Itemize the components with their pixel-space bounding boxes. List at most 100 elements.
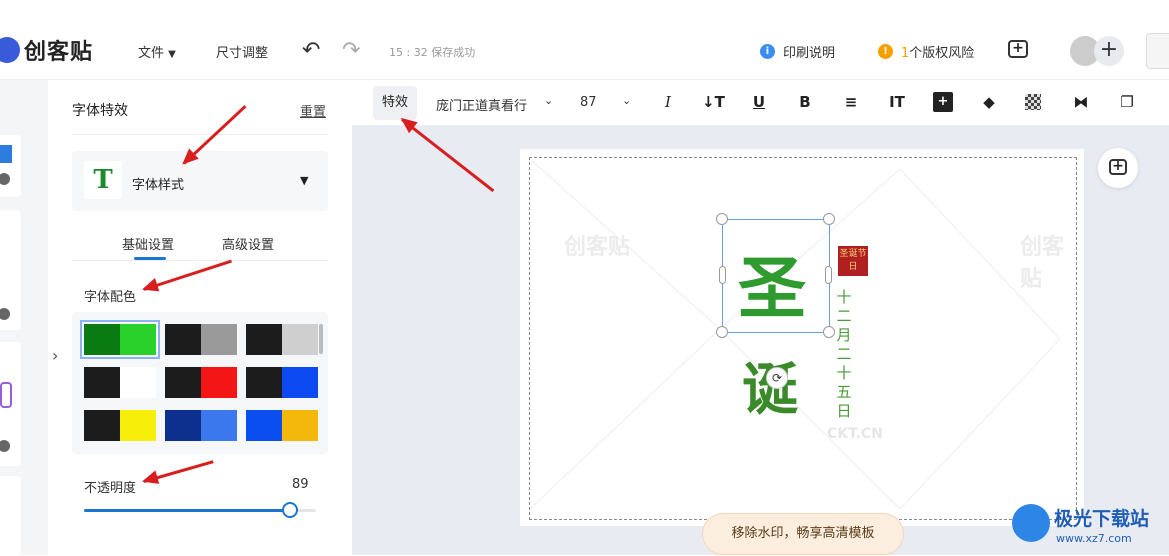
transparency-icon[interactable] bbox=[1025, 94, 1041, 110]
letter-spacing-icon[interactable]: ↓T bbox=[702, 92, 725, 112]
caret-down-icon: ▼ bbox=[300, 174, 309, 187]
color-swatch[interactable] bbox=[165, 410, 237, 441]
design-page[interactable]: 创客贴 创客贴 圣 诞 ⟳ 圣诞节日 十二月二十五日 CKT.CN bbox=[520, 149, 1084, 526]
add-icon[interactable]: + bbox=[933, 92, 953, 112]
resize-handle[interactable] bbox=[825, 266, 832, 284]
copyright-risk-button[interactable]: ! 1个版权风险 bbox=[878, 42, 974, 61]
panel-title: 字体特效 bbox=[72, 103, 128, 119]
warning-icon: ! bbox=[878, 44, 893, 59]
color-swatch[interactable] bbox=[246, 367, 318, 398]
add-collaborator-button[interactable]: + bbox=[1094, 36, 1124, 66]
opacity-slider-handle[interactable] bbox=[282, 502, 299, 518]
swatch-color bbox=[246, 324, 282, 355]
app-logo[interactable]: 创客贴 bbox=[0, 34, 93, 66]
font-style-label: 字体样式 bbox=[132, 178, 185, 193]
text-style-icon: T bbox=[84, 161, 122, 199]
divider bbox=[72, 134, 328, 135]
swatch-color bbox=[84, 324, 120, 355]
line-height-icon[interactable]: IT bbox=[887, 92, 907, 112]
date-char: 月 bbox=[836, 326, 852, 344]
rail-badge-icon bbox=[0, 308, 10, 320]
color-swatch[interactable] bbox=[165, 324, 237, 355]
site-watermark-logo: 极光下载站 www.xz7.com bbox=[1012, 500, 1162, 550]
flip-icon[interactable]: ⧓ bbox=[1071, 92, 1091, 112]
color-swatch[interactable] bbox=[84, 410, 156, 441]
resize-handle[interactable] bbox=[719, 266, 726, 284]
canvas-area: 创客贴 创客贴 圣 诞 ⟳ 圣诞节日 十二月二十五日 CKT.CN + 移除水印… bbox=[352, 126, 1169, 555]
info-icon: i bbox=[760, 44, 775, 59]
swatch-color bbox=[84, 410, 120, 441]
color-swatch[interactable] bbox=[80, 320, 160, 359]
font-size-select[interactable]: 87 bbox=[580, 95, 597, 110]
swatch-color bbox=[246, 410, 282, 441]
logo-mark-icon bbox=[0, 37, 20, 63]
resize-handle[interactable] bbox=[823, 213, 835, 225]
watermark-text: 创客贴 bbox=[1020, 235, 1065, 292]
share-button[interactable] bbox=[1146, 33, 1169, 69]
rail-thumb bbox=[0, 382, 12, 408]
layers-icon[interactable]: ◆ bbox=[979, 92, 999, 112]
add-comment-button[interactable]: + bbox=[1098, 148, 1138, 188]
color-swatch-grid bbox=[72, 312, 328, 454]
font-style-select[interactable]: T 字体样式 ▼ bbox=[72, 151, 328, 211]
scrollbar[interactable] bbox=[319, 324, 323, 354]
rail-card[interactable] bbox=[0, 135, 21, 197]
seal-stamp[interactable]: 圣诞节日 bbox=[838, 246, 868, 276]
font-family-select[interactable]: 庞门正道真看行 bbox=[436, 95, 536, 114]
tab-advanced-settings[interactable]: 高级设置 bbox=[222, 234, 274, 253]
font-effects-panel: 字体特效 重置 T 字体样式 ▼ 基础设置 高级设置 字体配色 不透明度 89 bbox=[48, 80, 352, 555]
underline-icon[interactable]: U bbox=[749, 92, 769, 112]
swatch-color bbox=[120, 410, 156, 441]
rail-card[interactable] bbox=[0, 476, 21, 556]
date-char: 十 bbox=[836, 364, 852, 382]
chevron-down-icon[interactable]: ⌄ bbox=[622, 94, 631, 107]
watermark-text: 创客贴 bbox=[564, 235, 631, 260]
color-swatch[interactable] bbox=[84, 367, 156, 398]
undo-icon[interactable]: ↶ bbox=[302, 38, 320, 63]
opacity-slider[interactable] bbox=[84, 502, 316, 518]
bold-icon[interactable]: B bbox=[795, 92, 815, 112]
print-info-label: 印刷说明 bbox=[783, 46, 836, 61]
rail-badge-icon bbox=[0, 173, 10, 185]
date-char: 日 bbox=[836, 402, 852, 420]
vertical-date-text[interactable]: 十二月二十五日 bbox=[836, 288, 852, 421]
print-info-button[interactable]: i 印刷说明 bbox=[760, 42, 835, 61]
swatch-color bbox=[165, 410, 201, 441]
text-toolbar: 特效 庞门正道真看行 ⌄ 87 ⌄ I ↓T U B ≡ IT + ◆ ⧓ ❐ bbox=[352, 80, 1169, 126]
resize-button[interactable]: 尺寸调整 bbox=[216, 42, 268, 61]
tab-basic-settings[interactable]: 基础设置 bbox=[122, 234, 174, 253]
date-char: 十 bbox=[836, 288, 852, 306]
date-char: 二 bbox=[836, 345, 852, 363]
color-swatch[interactable] bbox=[165, 367, 237, 398]
effects-button[interactable]: 特效 bbox=[373, 86, 417, 120]
chevron-down-icon[interactable]: ⌄ bbox=[544, 94, 553, 107]
file-menu[interactable]: 文件 ▼ bbox=[138, 42, 176, 61]
rail-thumb bbox=[0, 145, 12, 163]
swatch-color bbox=[165, 324, 201, 355]
add-comment-icon: + bbox=[1109, 159, 1127, 175]
title-char-sheng[interactable]: 圣 bbox=[738, 233, 806, 332]
reset-button[interactable]: 重置 bbox=[300, 101, 326, 120]
rail-card[interactable] bbox=[0, 342, 21, 466]
swatch-color bbox=[201, 324, 237, 355]
redo-icon[interactable]: ↷ bbox=[342, 38, 360, 63]
italic-icon[interactable]: I bbox=[658, 92, 678, 112]
shadow-icon[interactable]: ❐ bbox=[1117, 92, 1137, 112]
divider bbox=[72, 260, 328, 261]
remove-watermark-button[interactable]: 移除水印，畅享高清模板 bbox=[702, 513, 904, 555]
logo-text: 创客贴 bbox=[24, 40, 94, 65]
resize-handle[interactable] bbox=[823, 326, 835, 338]
color-swatch[interactable] bbox=[246, 324, 318, 355]
font-color-label: 字体配色 bbox=[84, 290, 137, 305]
resize-handle[interactable] bbox=[716, 326, 728, 338]
collapse-panel-icon[interactable]: › bbox=[52, 346, 58, 365]
rotate-icon[interactable]: ⟳ bbox=[766, 367, 788, 389]
swatch-color bbox=[120, 324, 156, 355]
color-swatch[interactable] bbox=[246, 410, 318, 441]
align-icon[interactable]: ≡ bbox=[841, 92, 861, 112]
risk-label: 个版权风险 bbox=[909, 46, 975, 61]
resize-handle[interactable] bbox=[716, 213, 728, 225]
rail-card[interactable] bbox=[0, 210, 21, 330]
opacity-value: 89 bbox=[292, 477, 309, 492]
comment-icon[interactable]: + bbox=[1008, 40, 1028, 58]
